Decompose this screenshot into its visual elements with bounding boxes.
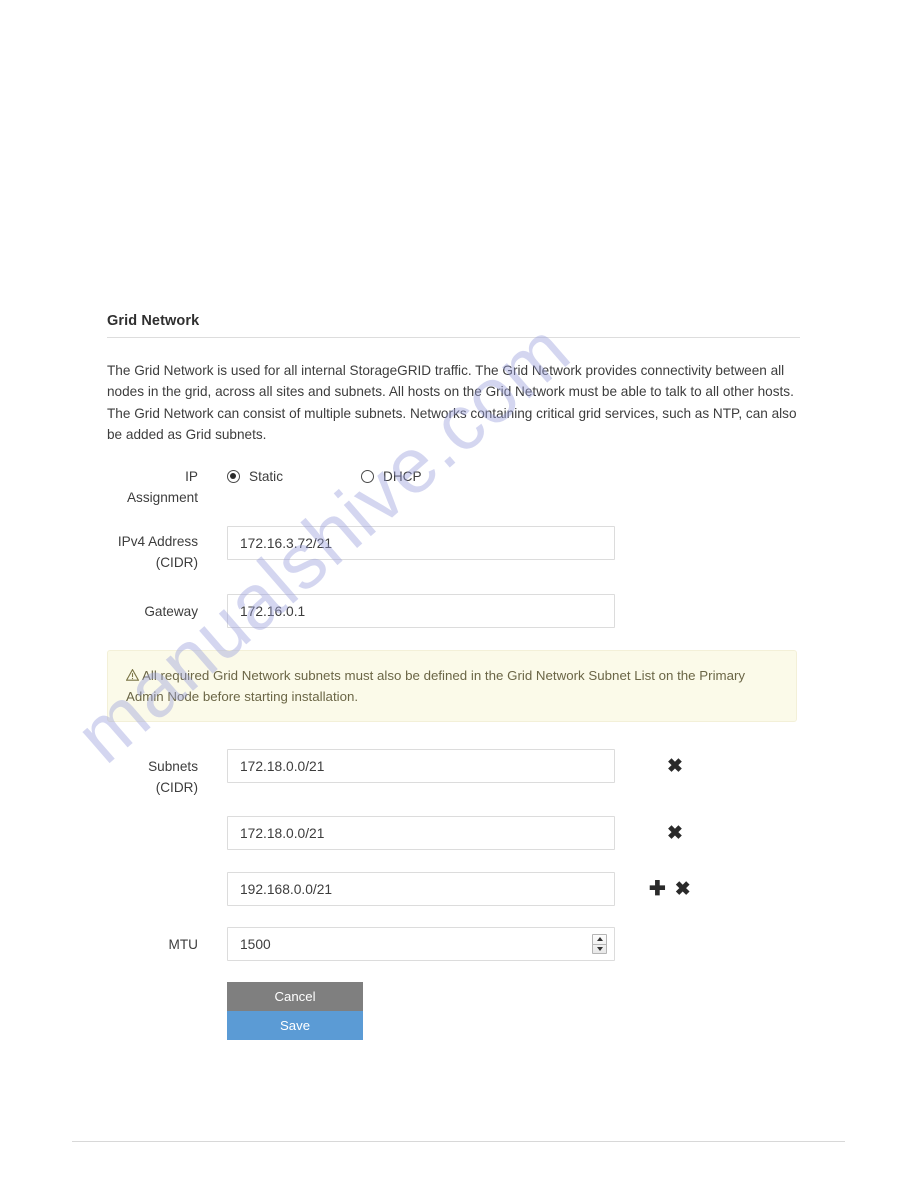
ipv4-address-label: IPv4 Address (CIDR)	[40, 531, 198, 573]
subnets-label: Subnets (CIDR)	[40, 756, 198, 798]
form-actions: Cancel Save	[227, 982, 367, 1042]
mtu-input[interactable]	[227, 927, 615, 961]
ipv4-address-label-line1: IPv4 Address	[117, 534, 198, 549]
cancel-button[interactable]: Cancel	[227, 982, 363, 1011]
ip-assignment-control: Static DHCP	[227, 466, 422, 487]
add-subnet-icon[interactable]: ✚	[649, 879, 666, 899]
warning-triangle-icon	[126, 669, 139, 681]
radio-static-label: Static	[249, 469, 283, 484]
form-row-subnet-2: ✖	[0, 816, 918, 856]
ip-assignment-label: IP Assignment	[40, 466, 198, 508]
form-row-ip-assignment: IP Assignment Static DHCP	[0, 466, 918, 514]
subnet-1-actions: ✖	[667, 749, 683, 783]
radio-option-dhcp[interactable]: DHCP	[361, 469, 422, 484]
mtu-label: MTU	[168, 937, 198, 952]
mtu-stepper-down-icon[interactable]	[593, 943, 606, 954]
remove-subnet-3-icon[interactable]: ✖	[675, 880, 691, 899]
ipv4-address-input[interactable]	[227, 526, 615, 560]
gateway-input[interactable]	[227, 594, 615, 628]
subnet-2-control	[227, 816, 615, 850]
radio-static-icon[interactable]	[227, 470, 240, 483]
subnet-3-actions: ✚ ✖	[649, 872, 691, 906]
subnets-label-line1: Subnets	[148, 759, 198, 774]
radio-dhcp-icon[interactable]	[361, 470, 374, 483]
page-title: Grid Network	[107, 313, 800, 338]
gateway-label: Gateway	[144, 604, 198, 619]
ip-assignment-radio-group: Static DHCP	[227, 466, 422, 487]
document-page: Grid Network The Grid Network is used fo…	[0, 0, 918, 1188]
subnet-input-1[interactable]	[227, 749, 615, 783]
gateway-control	[227, 594, 615, 628]
subnets-label-line2: (CIDR)	[155, 780, 198, 795]
ip-assignment-label-line1: IP	[185, 469, 198, 484]
form-row-gateway: Gateway	[0, 594, 918, 634]
subnet-3-control	[227, 872, 615, 906]
remove-subnet-2-icon[interactable]: ✖	[667, 824, 683, 843]
remove-subnet-1-icon[interactable]: ✖	[667, 757, 683, 776]
warning-banner-text: All required Grid Network subnets must a…	[126, 668, 746, 704]
mtu-control	[227, 927, 615, 961]
warning-banner: All required Grid Network subnets must a…	[107, 650, 797, 722]
form-row-subnet-3: ✚ ✖	[0, 872, 918, 912]
ipv4-address-label-line2: (CIDR)	[155, 555, 198, 570]
form-row-subnet-1: Subnets (CIDR) ✖	[0, 749, 918, 795]
ipv4-address-control	[227, 526, 615, 560]
subnet-1-control	[227, 749, 615, 783]
footer-divider	[72, 1141, 845, 1142]
warning-banner-content: All required Grid Network subnets must a…	[126, 665, 778, 707]
section-description: The Grid Network is used for all interna…	[107, 363, 797, 443]
form-row-mtu: MTU	[0, 927, 918, 967]
radio-option-static[interactable]: Static	[227, 469, 283, 484]
mtu-stepper[interactable]	[592, 934, 607, 954]
subnet-2-actions: ✖	[667, 816, 683, 850]
form-row-ipv4-address: IPv4 Address (CIDR)	[0, 526, 918, 574]
subnet-input-3[interactable]	[227, 872, 615, 906]
radio-dhcp-label: DHCP	[383, 469, 422, 484]
subnet-input-2[interactable]	[227, 816, 615, 850]
mtu-stepper-up-icon[interactable]	[593, 935, 606, 944]
save-button[interactable]: Save	[227, 1011, 363, 1040]
ip-assignment-label-line2: Assignment	[126, 490, 198, 505]
